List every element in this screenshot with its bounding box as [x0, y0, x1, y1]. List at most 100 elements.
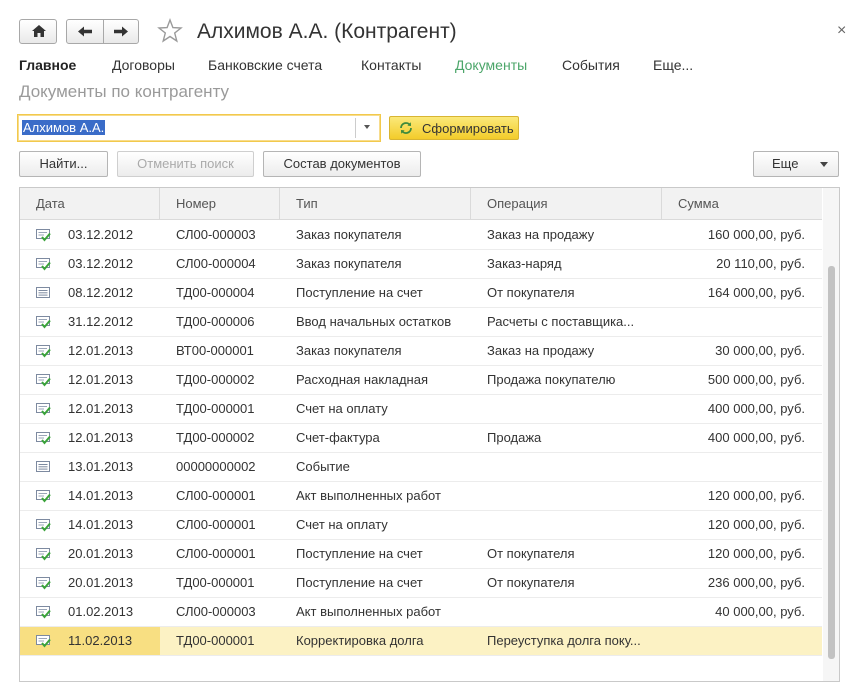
cell-type: Счет-фактура	[296, 430, 380, 445]
home-icon	[32, 25, 46, 37]
cell-sum	[662, 308, 805, 336]
cell-sum: 400 000,00, руб.	[707, 430, 805, 445]
cell-operation: Заказ-наряд	[487, 256, 562, 271]
chevron-down-icon	[820, 162, 828, 167]
cell-number: ТД00-000001	[176, 633, 255, 648]
document-icon	[36, 287, 50, 298]
cell-operation	[487, 598, 662, 626]
table-row[interactable]: 11.02.2013 ТД00-000001 Корректировка долга…	[20, 627, 822, 656]
window-title: Алхимов А.А. (Контрагент)	[197, 20, 457, 43]
cell-type: Поступление на счет	[296, 546, 423, 561]
cell-number: СЛ00-000003	[176, 227, 256, 242]
generate-label: Сформировать	[422, 121, 514, 136]
cell-operation: От покупателя	[487, 285, 575, 300]
forward-button[interactable]	[104, 20, 139, 43]
column-header-operation[interactable]: Операция	[471, 188, 662, 219]
cell-number: ТД00-000002	[176, 430, 255, 445]
more-label: Еще	[772, 156, 799, 171]
posted-document-icon	[36, 606, 51, 619]
cell-number: СЛ00-000001	[176, 517, 256, 532]
cell-sum	[662, 453, 805, 481]
cell-operation: Продажа	[487, 430, 542, 445]
table-row[interactable]: 03.12.2012 СЛ00-000004 Заказ покупателя Зак…	[20, 250, 822, 279]
column-header-number[interactable]: Номер	[160, 188, 280, 219]
table-row[interactable]: 20.01.2013 СЛ00-000001 Поступление на счет…	[20, 540, 822, 569]
column-header-sum[interactable]: Сумма	[662, 188, 822, 219]
table-row[interactable]: 12.01.2013 ТД00-000002 Расходная накладная…	[20, 366, 822, 395]
posted-document-icon	[36, 258, 51, 271]
posted-document-icon	[36, 374, 51, 387]
chevron-down-icon[interactable]	[364, 125, 370, 129]
counterparty-value: Алхимов А.А.	[22, 120, 106, 135]
vertical-scrollbar[interactable]	[823, 188, 839, 681]
table-row[interactable]: 14.01.2013 СЛ00-000001 Акт выполненных раб…	[20, 482, 822, 511]
cell-number: ТД00-000002	[176, 372, 255, 387]
generate-button[interactable]: Сформировать	[389, 116, 519, 140]
posted-document-icon	[36, 490, 51, 503]
posted-document-icon	[36, 577, 51, 590]
cell-sum: 40 000,00, руб.	[715, 604, 805, 619]
cell-type: Поступление на счет	[296, 285, 423, 300]
tab-contracts[interactable]: Договоры	[112, 57, 175, 73]
find-button[interactable]: Найти...	[19, 151, 108, 177]
cell-type: Счет на оплату	[296, 401, 388, 416]
cell-operation: Переуступка долга поку...	[487, 633, 641, 648]
cell-type: Акт выполненных работ	[296, 488, 441, 503]
posted-document-icon	[36, 548, 51, 561]
tab-events[interactable]: События	[562, 57, 620, 73]
column-header-date[interactable]: Дата	[20, 188, 160, 219]
counterparty-field[interactable]: Алхимов А.А.	[17, 114, 381, 142]
cell-number: ТД00-000001	[176, 575, 255, 590]
table-row[interactable]: 12.01.2013 ВТ00-000001 Заказ покупателя Зак…	[20, 337, 822, 366]
posted-document-icon	[36, 229, 51, 242]
tab-bank-accounts[interactable]: Банковские счета	[208, 57, 322, 73]
table-row[interactable]: 03.12.2012 СЛ00-000003 Заказ покупателя Зак…	[20, 221, 822, 250]
posted-document-icon	[36, 316, 51, 329]
favorite-star-icon[interactable]	[156, 17, 184, 45]
arrow-right-icon	[114, 26, 128, 37]
cell-sum: 160 000,00, руб.	[707, 227, 805, 242]
cell-number: СЛ00-000001	[176, 546, 256, 561]
cell-type: Поступление на счет	[296, 575, 423, 590]
cell-number: ТД00-000004	[176, 285, 255, 300]
cell-type: Ввод начальных остатков	[296, 314, 452, 329]
table-row[interactable]: 20.01.2013 ТД00-000001 Поступление на счет…	[20, 569, 822, 598]
cell-operation	[487, 395, 662, 423]
cell-operation: Расчеты с поставщика...	[487, 314, 635, 329]
table-row[interactable]: 12.01.2013 ТД00-000002 Счет-фактура Продажа…	[20, 424, 822, 453]
table-row[interactable]: 01.02.2013 СЛ00-000003 Акт выполненных раб…	[20, 598, 822, 627]
cell-type: Событие	[296, 459, 350, 474]
table-row[interactable]: 12.01.2013 ТД00-000001 Счет на оплату 400 0…	[20, 395, 822, 424]
cell-sum	[662, 627, 805, 655]
table-row[interactable]: 31.12.2012 ТД00-000006 Ввод начальных оста…	[20, 308, 822, 337]
table-row[interactable]: 14.01.2013 СЛ00-000001 Счет на оплату 120 0…	[20, 511, 822, 540]
cancel-search-button[interactable]: Отменить поиск	[117, 151, 254, 177]
scrollbar-thumb[interactable]	[828, 266, 835, 659]
cell-operation: Заказ на продажу	[487, 227, 595, 242]
more-button[interactable]: Еще	[753, 151, 839, 177]
cell-sum: 120 000,00, руб.	[707, 546, 805, 561]
cell-operation: От покупателя	[487, 575, 575, 590]
cell-operation	[487, 482, 662, 510]
close-icon[interactable]: ×	[837, 22, 846, 40]
cell-sum: 500 000,00, руб.	[707, 372, 805, 387]
table-row[interactable]: 08.12.2012 ТД00-000004 Поступление на счет…	[20, 279, 822, 308]
cell-sum: 164 000,00, руб.	[707, 285, 805, 300]
cell-operation	[487, 453, 662, 481]
home-button[interactable]	[19, 19, 57, 44]
column-header-type[interactable]: Тип	[280, 188, 471, 219]
back-button[interactable]	[67, 20, 103, 43]
cell-sum: 400 000,00, руб.	[707, 401, 805, 416]
document-icon	[36, 461, 50, 472]
cell-sum: 30 000,00, руб.	[715, 343, 805, 358]
divider	[355, 118, 356, 138]
posted-document-icon	[36, 432, 51, 445]
cell-type: Заказ покупателя	[296, 256, 402, 271]
tab-documents[interactable]: Документы	[455, 57, 527, 73]
document-composition-button[interactable]: Состав документов	[263, 151, 421, 177]
tab-main[interactable]: Главное	[19, 57, 76, 73]
posted-document-icon	[36, 635, 51, 648]
table-row[interactable]: 13.01.2013 00000000002 Событие	[20, 453, 822, 482]
tab-more[interactable]: Еще...	[653, 57, 693, 73]
tab-contacts[interactable]: Контакты	[361, 57, 421, 73]
